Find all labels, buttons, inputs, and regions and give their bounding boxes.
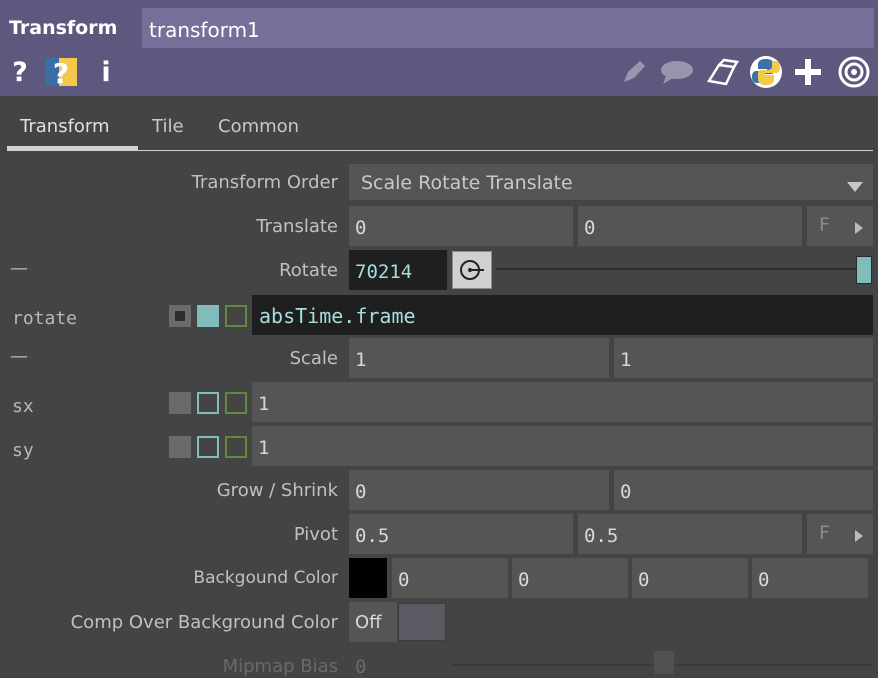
bg-color-swatch[interactable] [349, 558, 387, 598]
translate-unit-label: F [819, 214, 830, 236]
comp-over-toggle-switch[interactable] [398, 603, 446, 641]
operator-name-field[interactable]: transform1 [142, 8, 874, 48]
sy-export-mode-button[interactable] [225, 436, 247, 458]
clone-icon[interactable] [704, 56, 740, 88]
comp-over-toggle-label[interactable]: Off [349, 602, 397, 642]
viewer-target-icon[interactable] [836, 56, 872, 88]
sx-expression-mode-button[interactable] [197, 392, 219, 414]
sy-value-field[interactable]: 1 [252, 426, 873, 466]
scale-x-field[interactable]: 1 [349, 338, 609, 378]
pivot-label: Pivot [293, 524, 338, 545]
bg-color-label: Backgound Color [193, 568, 338, 588]
sx-value-field[interactable]: 1 [252, 382, 873, 422]
rotate-collapse-toggle[interactable]: — [10, 258, 28, 279]
tab-transform[interactable]: Transform [20, 116, 110, 137]
grow-shrink-y-field[interactable]: 0 [614, 470, 873, 510]
expression-mode-button[interactable] [197, 305, 219, 327]
pivot-unit-label: F [819, 522, 830, 544]
tab-tile[interactable]: Tile [152, 116, 184, 137]
operator-type-label: Transform [9, 17, 118, 39]
transform-order-dropdown[interactable]: Scale Rotate Translate [349, 164, 873, 200]
translate-x-field[interactable]: 0 [349, 206, 573, 246]
tab-divider [7, 150, 873, 151]
bg-color-a-field[interactable]: 0 [752, 558, 868, 598]
bg-color-r-field[interactable]: 0 [392, 558, 508, 598]
translate-y-field[interactable]: 0 [578, 206, 802, 246]
mipmap-bias-field[interactable]: 0 [355, 656, 366, 678]
rotate-expr-label: rotate [12, 308, 78, 329]
chevron-down-icon[interactable] [846, 177, 864, 198]
export-mode-button[interactable] [225, 305, 247, 327]
add-icon[interactable] [792, 56, 824, 88]
comment-icon[interactable] [658, 56, 696, 88]
svg-text:?: ? [53, 57, 69, 88]
rotate-slider-handle[interactable] [856, 256, 872, 284]
sy-label: sy [12, 440, 34, 461]
dial-icon [460, 260, 484, 280]
translate-expand-icon[interactable] [854, 219, 864, 240]
grow-shrink-label: Grow / Shrink [216, 480, 338, 501]
bg-color-g-field[interactable]: 0 [512, 558, 628, 598]
scale-y-field[interactable]: 1 [614, 338, 873, 378]
transform-order-label: Transform Order [191, 172, 338, 193]
python-icon[interactable] [748, 56, 784, 88]
info-icon[interactable]: i [97, 56, 115, 88]
rotate-label: Rotate [279, 260, 338, 281]
scale-label: Scale [289, 348, 338, 369]
scale-collapse-toggle[interactable]: — [10, 346, 28, 367]
pivot-expand-icon[interactable] [854, 527, 864, 548]
tab-common[interactable]: Common [218, 116, 299, 137]
python-help-icon[interactable]: ? [43, 56, 81, 88]
sx-label: sx [12, 396, 34, 417]
rotate-dial-button[interactable] [452, 251, 492, 289]
mipmap-bias-slider-handle[interactable] [654, 651, 674, 674]
help-icon[interactable]: ? [8, 56, 32, 88]
rotate-slider-track[interactable] [496, 268, 856, 270]
bg-color-b-field[interactable]: 0 [632, 558, 748, 598]
pivot-y-field[interactable]: 0.5 [578, 514, 802, 554]
rotate-value-field[interactable]: 70214 [349, 250, 447, 290]
pivot-x-field[interactable]: 0.5 [349, 514, 573, 554]
grow-shrink-x-field[interactable]: 0 [349, 470, 609, 510]
comp-over-label: Comp Over Background Color [70, 612, 338, 633]
translate-label: Translate [256, 216, 338, 237]
constant-mode-button[interactable] [169, 305, 191, 327]
edit-icon[interactable] [620, 56, 648, 88]
sy-expression-mode-button[interactable] [197, 436, 219, 458]
sx-constant-mode-button[interactable] [169, 392, 191, 414]
transform-order-value: Scale Rotate Translate [361, 172, 573, 194]
sy-constant-mode-button[interactable] [169, 436, 191, 458]
sx-export-mode-button[interactable] [225, 392, 247, 414]
rotate-expression-field[interactable]: absTime.frame [252, 295, 873, 335]
